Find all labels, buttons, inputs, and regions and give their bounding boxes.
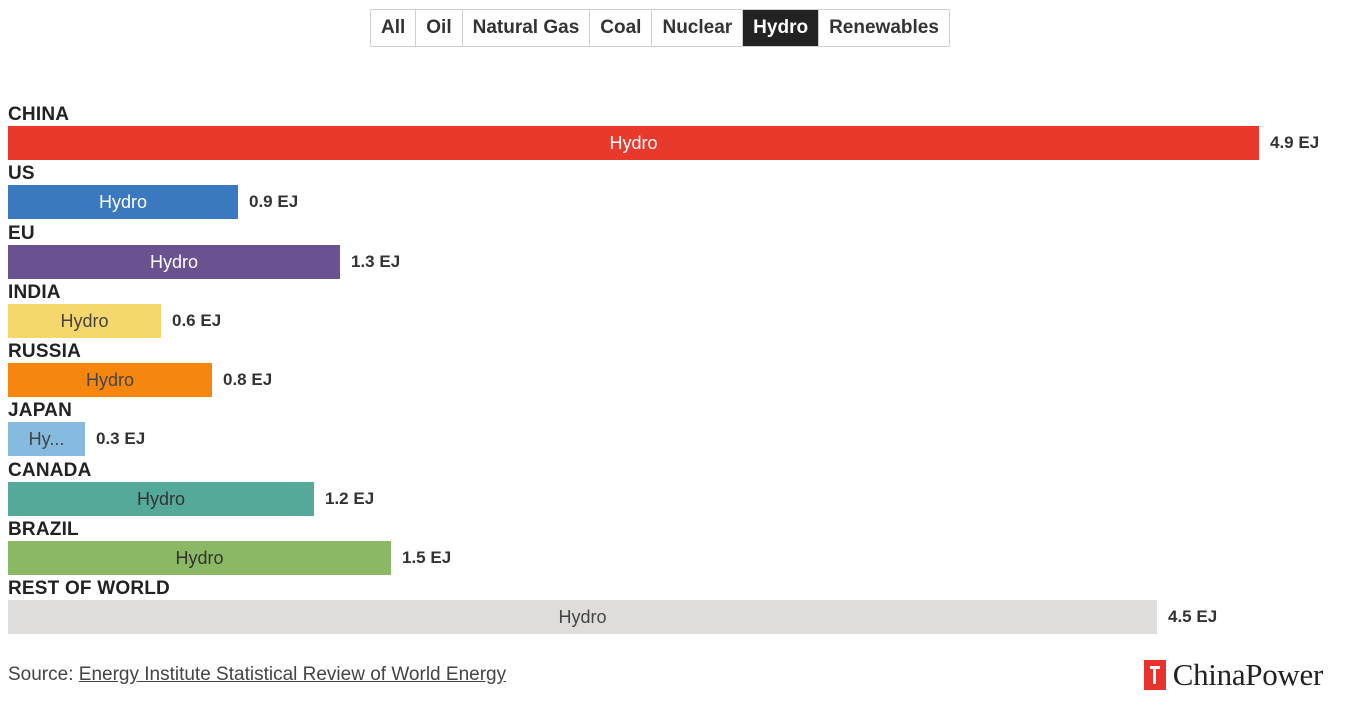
value-label: 0.9 EJ [249, 192, 299, 211]
source-note: Source: Energy Institute Statistical Rev… [8, 664, 506, 686]
value-label: 0.6 EJ [172, 311, 222, 330]
bar-segment-label: Hydro [85, 369, 134, 390]
bar-segment-label: Hydro [98, 191, 147, 212]
brand-name: ChinaPower [1172, 657, 1324, 692]
country-label: CANADA [8, 460, 92, 481]
country-label: CHINA [8, 104, 70, 125]
bar[interactable]: Hydro [8, 185, 238, 219]
bar-segment-label: Hydro [175, 547, 224, 568]
country-label: EU [8, 223, 35, 244]
country-label: REST OF WORLD [8, 578, 170, 599]
country-label: JAPAN [8, 400, 72, 421]
hydro-bar-chart: CHINA Hydro 4.9 EJ US Hydro 0.9 EJ EU Hydro 1.3 … [0, 0, 1347, 722]
value-label: 0.3 EJ [96, 429, 146, 448]
chinapower-flag-icon [1143, 660, 1166, 690]
bar[interactable]: Hydro [8, 245, 340, 279]
bar-segment-label: Hydro [609, 132, 658, 153]
source-link[interactable]: Energy Institute Statistical Review of W… [79, 664, 506, 685]
country-label: US [8, 163, 35, 184]
value-label: 1.3 EJ [351, 252, 401, 271]
bar[interactable]: Hydro [8, 482, 314, 516]
country-label: BRAZIL [8, 519, 79, 540]
source-prefix: Source: [8, 664, 79, 685]
bar[interactable]: Hydro [8, 600, 1157, 634]
country-label: INDIA [8, 282, 61, 303]
country-label: RUSSIA [8, 341, 81, 362]
bar-segment-label: Hydro [60, 310, 109, 331]
value-label: 4.9 EJ [1270, 133, 1320, 152]
bar[interactable]: Hydro [8, 126, 1259, 160]
value-label: 4.5 EJ [1168, 607, 1218, 626]
bar[interactable]: Hydro [8, 363, 212, 397]
bar[interactable]: Hydro [8, 304, 161, 338]
bar-segment-label: Hydro [558, 606, 607, 627]
value-label: 0.8 EJ [223, 370, 273, 389]
bar[interactable]: Hydro [8, 541, 391, 575]
bar[interactable]: Hy... [8, 422, 85, 456]
bar-segment-label: Hydro [149, 251, 198, 272]
value-label: 1.2 EJ [325, 489, 375, 508]
chinapower-logo: ChinaPower [1143, 657, 1324, 693]
bar-segment-label: Hy... [28, 428, 65, 449]
value-label: 1.5 EJ [402, 548, 452, 567]
bar-segment-label: Hydro [136, 488, 185, 509]
